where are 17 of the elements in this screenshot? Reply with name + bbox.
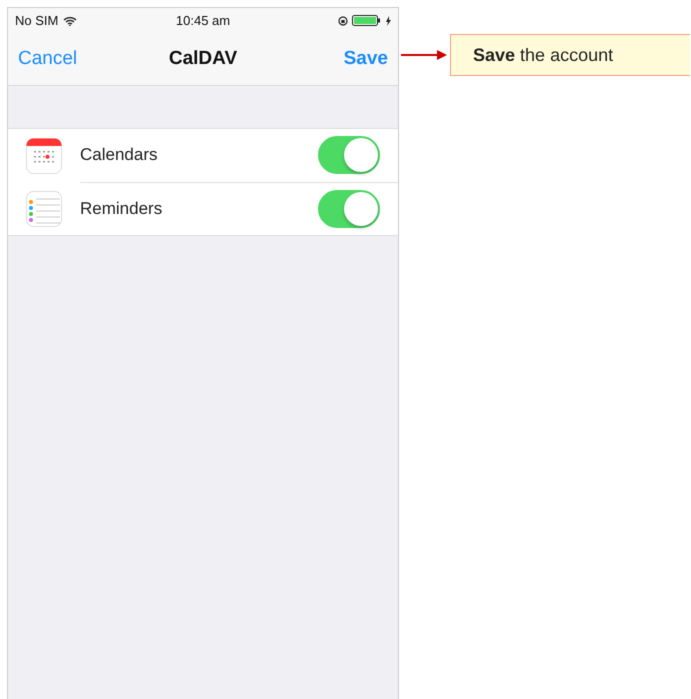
carrier-label: No SIM <box>15 13 58 28</box>
arrow <box>401 50 447 60</box>
battery-icon <box>352 15 382 26</box>
status-time: 10:45 am <box>176 13 230 28</box>
nav-title: CalDAV <box>168 48 238 70</box>
calendar-icon <box>26 138 62 174</box>
cancel-button[interactable]: Cancel <box>18 48 78 70</box>
save-button[interactable]: Save <box>344 48 388 70</box>
reminders-icon <box>26 190 62 226</box>
setting-label: Calendars <box>80 145 158 165</box>
toggle-switch[interactable] <box>318 136 380 174</box>
setting-label: Reminders <box>80 198 162 218</box>
charging-icon <box>386 16 391 26</box>
toggle-switch[interactable] <box>318 190 380 228</box>
rotation-lock-icon <box>338 16 348 26</box>
wifi-icon <box>63 16 78 26</box>
callout-note: Save the account <box>450 34 690 76</box>
